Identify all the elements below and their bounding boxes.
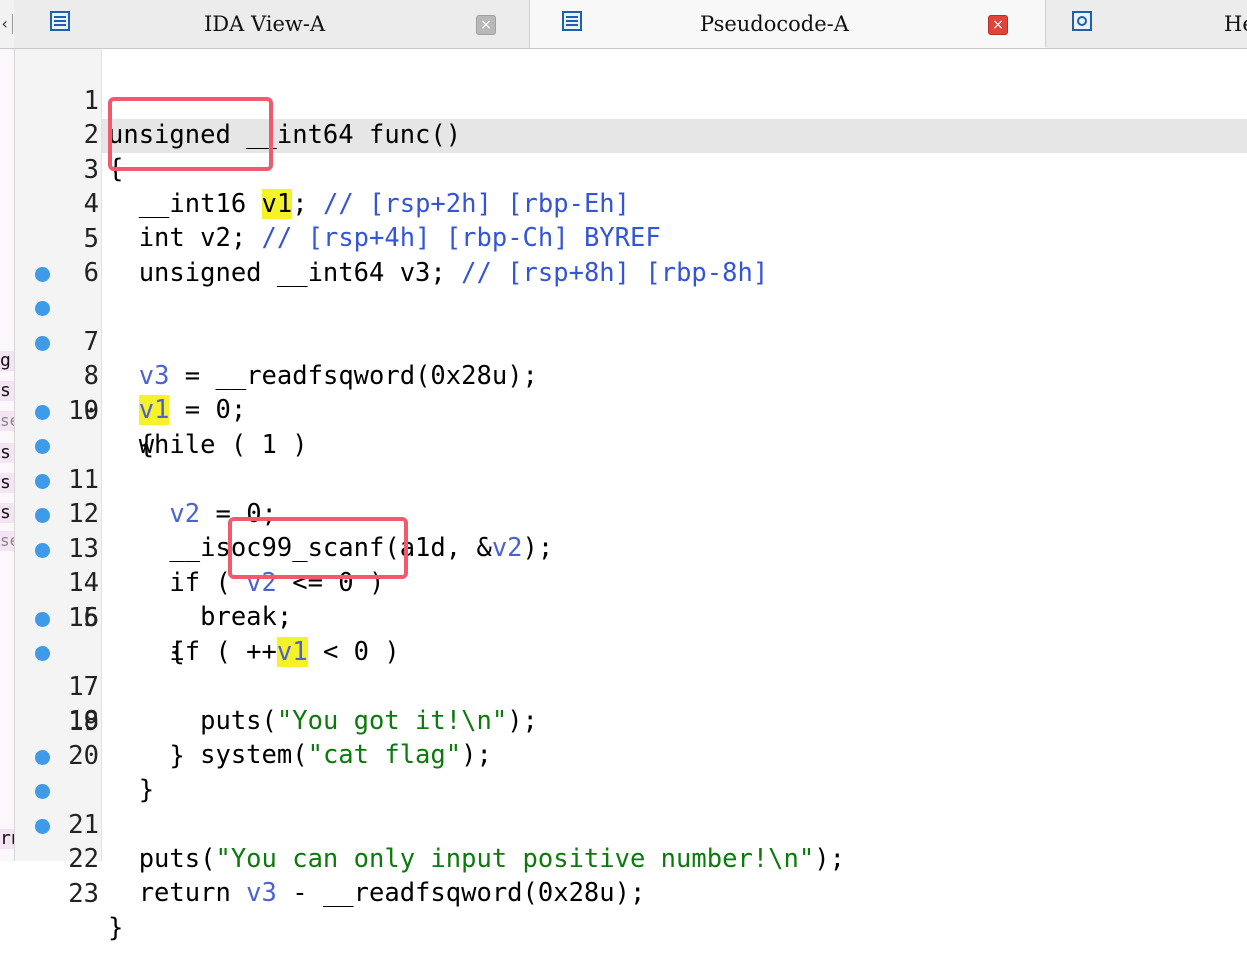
tab-label: IDA View-A bbox=[204, 12, 326, 36]
code-line[interactable]: 22 return v3 - __readfsqword(0x28u); bbox=[15, 774, 1247, 908]
code-line[interactable]: 23 } bbox=[15, 809, 1247, 943]
strip-text: s bbox=[0, 473, 14, 493]
code-line[interactable]: 19 } bbox=[15, 671, 1247, 771]
line-number: 23 bbox=[68, 879, 99, 909]
code-line[interactable]: 18 system("cat flag"); bbox=[15, 636, 1247, 770]
code-line[interactable]: 20 } bbox=[15, 705, 1247, 805]
variable-v3[interactable]: v3 bbox=[246, 878, 277, 908]
breakpoint-dot-icon[interactable] bbox=[35, 301, 50, 316]
code-line[interactable]: 9 while ( 1 ) bbox=[15, 326, 1247, 460]
code-line[interactable]: 14 break; bbox=[15, 498, 1247, 632]
close-icon[interactable]: × bbox=[476, 15, 496, 35]
pseudocode-view[interactable]: 1 unsigned __int64 func() 2 { 3 __int16 … bbox=[15, 49, 1247, 943]
tab-hex-view[interactable]: He bbox=[1046, 0, 1247, 48]
code-line[interactable]: 7 v3 = __readfsqword(0x28u); bbox=[15, 257, 1247, 391]
breakpoint-dot-icon[interactable] bbox=[35, 474, 50, 489]
code-line[interactable]: 10 { bbox=[15, 360, 1247, 460]
code-line[interactable]: 5 unsigned __int64 v3; // [rsp+8h] [rbp-… bbox=[15, 188, 1247, 288]
breakpoint-dot-icon[interactable] bbox=[35, 543, 50, 558]
breakpoint-dot-icon[interactable] bbox=[35, 612, 50, 627]
breakpoint-dot-icon[interactable] bbox=[35, 646, 50, 661]
code-line[interactable]: 12 __isoc99_scanf(a1d, &v2); bbox=[15, 429, 1247, 563]
annotation-box-int16 bbox=[108, 97, 273, 171]
scroll-left-icon[interactable]: ‹ bbox=[0, 14, 13, 34]
code-line[interactable]: 11 v2 = 0; bbox=[15, 395, 1247, 529]
strip-text: s bbox=[0, 381, 14, 401]
pseudocode-icon bbox=[562, 11, 582, 31]
breakpoint-dot-icon[interactable] bbox=[35, 267, 50, 282]
tab-ida-view-a[interactable]: IDA View-A × bbox=[14, 0, 530, 48]
close-icon[interactable]: × bbox=[988, 15, 1008, 35]
breakpoint-dot-icon[interactable] bbox=[35, 819, 50, 834]
tab-pseudocode-a[interactable]: Pseudocode-A × bbox=[530, 0, 1046, 48]
code-line[interactable]: 8 v1 = 0; bbox=[15, 291, 1247, 425]
code-token: - __readfsqword(0x28u); bbox=[276, 878, 646, 908]
string-literal: "You can only input positive number!\n" bbox=[215, 844, 815, 874]
tab-label: He bbox=[1224, 12, 1247, 36]
hex-view-icon bbox=[1072, 11, 1092, 31]
code-line[interactable]: 16 { bbox=[15, 567, 1247, 667]
code-line[interactable]: 17 puts("You got it!\n"); bbox=[15, 602, 1247, 736]
code-text: puts("You can only input positive number… bbox=[108, 842, 845, 876]
breakpoint-dot-icon[interactable] bbox=[35, 750, 50, 765]
disassembly-icon bbox=[50, 11, 70, 31]
strip-text: rn bbox=[0, 829, 14, 849]
strip-text: se bbox=[0, 411, 14, 431]
strip-text: s bbox=[0, 503, 14, 523]
annotation-box-increment bbox=[228, 517, 408, 579]
code-line[interactable]: 6 bbox=[15, 222, 1247, 288]
strip-text: se bbox=[0, 531, 14, 551]
breakpoint-dot-icon[interactable] bbox=[35, 439, 50, 454]
code-text: } bbox=[108, 913, 124, 943]
breakpoint-dot-icon[interactable] bbox=[35, 784, 50, 799]
code-token: puts( bbox=[108, 844, 216, 874]
breakpoint-dot-icon[interactable] bbox=[35, 405, 50, 420]
strip-text: s bbox=[0, 443, 14, 463]
strip-text: g bbox=[0, 351, 14, 371]
breakpoint-dot-icon[interactable] bbox=[35, 508, 50, 523]
code-line[interactable]: 15 if ( ++v1 < 0 ) bbox=[15, 533, 1247, 667]
tab-label: Pseudocode-A bbox=[700, 12, 849, 36]
side-panel-strip[interactable]: g s se s s s se rn bbox=[0, 49, 15, 861]
breakpoint-dot-icon[interactable] bbox=[35, 336, 50, 351]
code-token: ); bbox=[814, 844, 845, 874]
tab-bar: ‹ IDA View-A × Pseudocode-A × He bbox=[0, 0, 1247, 49]
code-text: return v3 - __readfsqword(0x28u); bbox=[108, 876, 646, 910]
code-line[interactable]: 1 unsigned __int64 func() bbox=[15, 50, 1247, 150]
code-line[interactable]: 21 puts("You can only input positive num… bbox=[15, 740, 1247, 874]
code-token: return bbox=[108, 878, 247, 908]
code-line[interactable]: 13 if ( v2 <= 0 ) bbox=[15, 464, 1247, 598]
